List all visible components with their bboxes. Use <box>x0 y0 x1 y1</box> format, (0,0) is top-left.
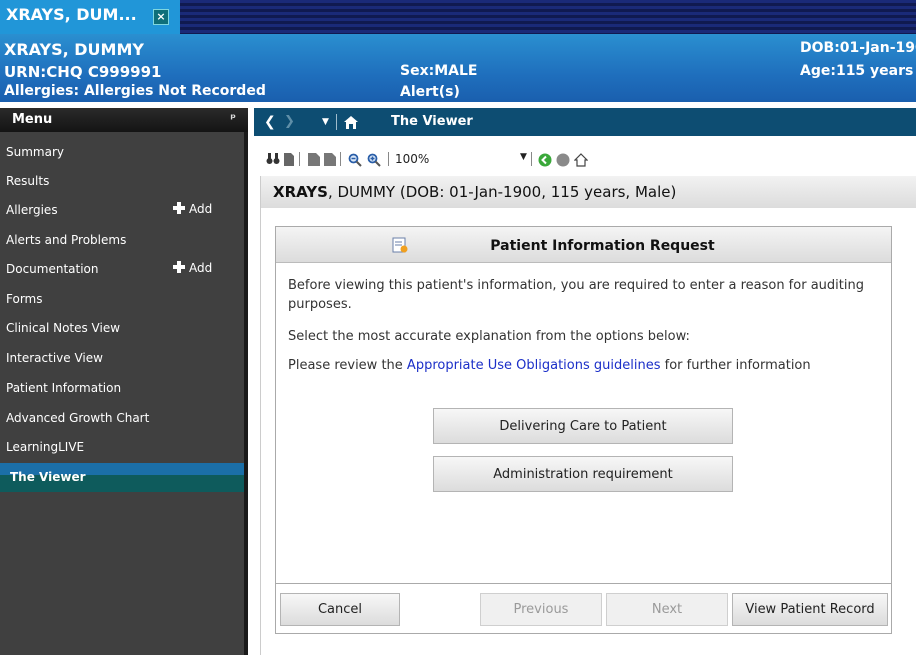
plus-icon <box>173 261 185 273</box>
menu-item-clinical-notes[interactable]: Clinical Notes View <box>0 314 248 343</box>
panel-header: Patient Information Request <box>276 227 891 263</box>
menu-item-summary[interactable]: Summary <box>0 138 248 167</box>
forward-arrow-icon[interactable]: ❯ <box>284 114 295 129</box>
patient-alerts-link[interactable]: Alert(s) <box>400 84 460 100</box>
patient-dob: DOB:01-Jan-1900 <box>800 40 916 56</box>
cancel-button[interactable]: Cancel <box>280 593 400 626</box>
guidelines-text: Please review the Appropriate Use Obliga… <box>288 356 888 375</box>
next-page-icon[interactable] <box>324 153 336 169</box>
menu-item-label: Allergies <box>6 203 58 217</box>
zoom-in-icon[interactable] <box>367 153 381 170</box>
back-arrow-icon[interactable]: ❮ <box>264 114 276 130</box>
guidelines-suffix: for further information <box>660 358 811 373</box>
delivering-care-button[interactable]: Delivering Care to Patient <box>433 408 733 444</box>
next-button[interactable]: Next <box>606 593 728 626</box>
find-icon[interactable] <box>266 153 280 168</box>
viewer-toolbar: 100% ▼ <box>254 144 916 174</box>
patient-name: XRAYS, DUMMY <box>4 40 144 59</box>
patient-tab-label: XRAYS, DUM... <box>6 5 137 24</box>
close-tab-icon[interactable]: × <box>153 9 169 25</box>
divider <box>531 152 532 166</box>
patient-age: Age:115 years <box>800 63 914 79</box>
add-documentation-button[interactable]: Add <box>173 261 212 275</box>
patient-banner: XRAYS, DUMMY URN:CHQ C999991 Allergies: … <box>0 34 916 102</box>
zoom-out-icon[interactable] <box>348 153 362 170</box>
guidelines-link[interactable]: Appropriate Use Obligations guidelines <box>407 358 661 373</box>
divider <box>336 114 337 130</box>
pin-icon[interactable]: ᵖ <box>230 111 236 125</box>
menu-item-results[interactable]: Results <box>0 167 248 196</box>
previous-page-icon[interactable] <box>308 153 320 169</box>
menu-item-growth-chart[interactable]: Advanced Growth Chart <box>0 404 248 433</box>
viewer-content: XRAYS, DUMMY (DOB: 01-Jan-1900, 115 year… <box>260 176 916 655</box>
menu-header: Menu ᵖ <box>0 108 248 132</box>
divider <box>299 152 300 166</box>
tab-bar: XRAYS, DUM... × <box>0 0 916 34</box>
menu-panel: Menu ᵖ Summary Results Allergies Add Ale… <box>0 108 248 655</box>
viewer-header: ❮ ❯ ▼ The Viewer <box>254 108 916 136</box>
divider <box>340 152 341 166</box>
history-dropdown-icon[interactable]: ▼ <box>322 117 329 127</box>
menu-item-label: Documentation <box>6 262 99 276</box>
select-instruction: Select the most accurate explanation fro… <box>288 329 690 344</box>
patient-summary-title: XRAYS, DUMMY (DOB: 01-Jan-1900, 115 year… <box>261 176 916 208</box>
menu-item-allergies[interactable]: Allergies Add <box>0 196 248 225</box>
view-patient-record-button[interactable]: View Patient Record <box>732 593 888 626</box>
menu-item-alerts-problems[interactable]: Alerts and Problems <box>0 226 248 255</box>
menu-item-forms[interactable]: Forms <box>0 285 248 314</box>
add-label: Add <box>189 261 213 275</box>
menu-title: Menu <box>12 112 53 127</box>
patient-urn: URN:CHQ C999991 <box>4 63 162 81</box>
patient-details: , DUMMY (DOB: 01-Jan-1900, 115 years, Ma… <box>327 183 677 201</box>
stop-icon[interactable] <box>556 153 570 170</box>
menu-item-the-viewer[interactable]: The Viewer <box>0 463 248 492</box>
viewer-title: The Viewer <box>391 114 473 129</box>
patient-sex: Sex:MALE <box>400 63 478 79</box>
menu-item-documentation[interactable]: Documentation Add <box>0 255 248 284</box>
dialog-footer: Cancel Previous Next View Patient Record <box>275 584 892 634</box>
home-page-icon[interactable] <box>573 153 589 170</box>
administration-requirement-button[interactable]: Administration requirement <box>433 456 733 492</box>
page-icon[interactable] <box>284 153 294 169</box>
patient-information-request-panel: Patient Information Request Before viewi… <box>275 226 892 584</box>
add-label: Add <box>189 202 213 216</box>
zoom-dropdown-icon[interactable]: ▼ <box>520 152 527 162</box>
guidelines-prefix: Please review the <box>288 358 407 373</box>
plus-icon <box>173 202 185 214</box>
home-icon[interactable] <box>344 116 358 129</box>
menu-item-learninglive[interactable]: LearningLIVE <box>0 433 248 462</box>
divider <box>388 152 389 166</box>
patient-tab[interactable]: XRAYS, DUM... × <box>0 0 180 34</box>
patient-allergies[interactable]: Allergies: Allergies Not Recorded <box>4 83 266 99</box>
zoom-level[interactable]: 100% <box>395 152 429 166</box>
panel-title: Patient Information Request <box>276 238 891 254</box>
previous-button[interactable]: Previous <box>480 593 602 626</box>
panel-title-text: Patient Information Request <box>490 238 715 254</box>
audit-instruction: Before viewing this patient's informatio… <box>288 278 864 312</box>
patient-surname: XRAYS <box>273 183 328 201</box>
menu-item-interactive-view[interactable]: Interactive View <box>0 344 248 373</box>
go-icon[interactable] <box>538 153 552 170</box>
menu-item-patient-information[interactable]: Patient Information <box>0 374 248 403</box>
menu-splitter[interactable] <box>244 132 248 655</box>
tab-bar-background <box>180 0 916 34</box>
add-allergy-button[interactable]: Add <box>173 202 212 216</box>
